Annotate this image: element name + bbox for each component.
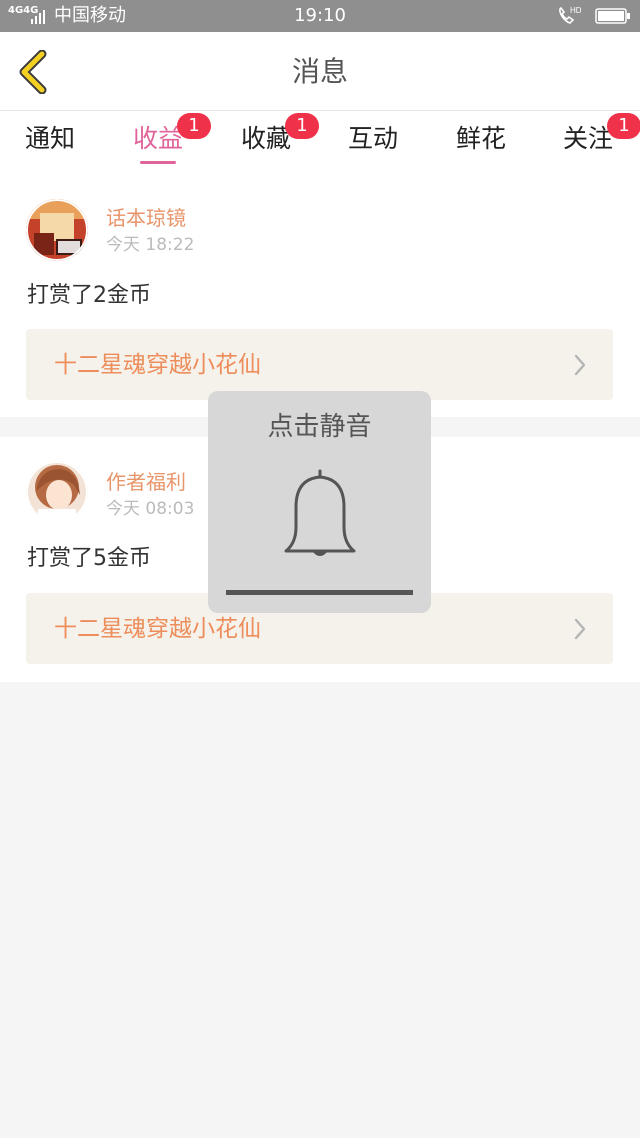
book-title: 十二星魂穿越小花仙 (54, 352, 261, 378)
message-time: 今天 18:22 (106, 235, 195, 255)
svg-text:HD: HD (570, 6, 582, 15)
book-title: 十二星魂穿越小花仙 (54, 616, 261, 642)
unread-badge: 1 (285, 113, 319, 139)
hd-call-icon: HD (559, 6, 582, 24)
author-name[interactable]: 作者福利 (106, 469, 186, 495)
avatar-image (26, 199, 88, 261)
chevron-right-icon (574, 618, 586, 640)
clock: 19:10 (294, 5, 346, 26)
tab-label: 互动 (347, 124, 398, 153)
chevron-right-icon (574, 354, 586, 376)
unread-badge: 1 (607, 113, 640, 139)
message-card: 话本琼镜 今天 18:22 打赏了2金币 十二星魂穿越小花仙 (0, 177, 640, 417)
tab-interactions[interactable]: 互动 (328, 121, 418, 173)
tab-label: 关注 (562, 124, 613, 153)
tab-favorites[interactable]: 收藏 1 (221, 113, 319, 173)
tab-label: 收益 (132, 124, 183, 153)
avatar[interactable] (26, 199, 88, 261)
unread-badge: 1 (177, 113, 211, 139)
active-tab-indicator (140, 161, 176, 164)
book-link[interactable]: 十二星魂穿越小花仙 (26, 329, 613, 400)
tab-flowers[interactable]: 鲜花 (436, 121, 526, 173)
avatar-image (26, 461, 88, 523)
volume-bar (226, 590, 413, 595)
category-tabs: 通知 收益 1 收藏 1 互动 鲜花 关注 1 (0, 111, 640, 177)
reward-text: 打赏了2金币 (27, 283, 151, 308)
tab-label: 收藏 (240, 124, 291, 153)
author-name[interactable]: 话本琼镜 (106, 205, 186, 231)
bell-icon (284, 469, 356, 556)
mute-label: 点击静音 (267, 412, 372, 442)
page-title: 消息 (291, 55, 348, 88)
tab-follows[interactable]: 关注 1 (543, 113, 640, 173)
tab-label: 通知 (24, 124, 75, 153)
mute-toast[interactable]: 点击静音 (208, 391, 431, 613)
tab-notifications[interactable]: 通知 (5, 121, 95, 173)
tab-earnings[interactable]: 收益 1 (113, 113, 211, 173)
nav-header: 消息 (0, 32, 640, 111)
tab-label: 鲜花 (455, 124, 506, 153)
avatar[interactable] (26, 461, 88, 523)
screen: 4G4G 中国移动 19:10 HD 消息 通知 收益 1 收藏 1 互动 鲜花… (0, 0, 640, 1138)
message-time: 今天 08:03 (106, 499, 195, 519)
reward-text: 打赏了5金币 (27, 546, 151, 571)
status-bar: 4G4G 中国移动 19:10 HD (0, 0, 640, 32)
battery-icon (595, 8, 630, 24)
